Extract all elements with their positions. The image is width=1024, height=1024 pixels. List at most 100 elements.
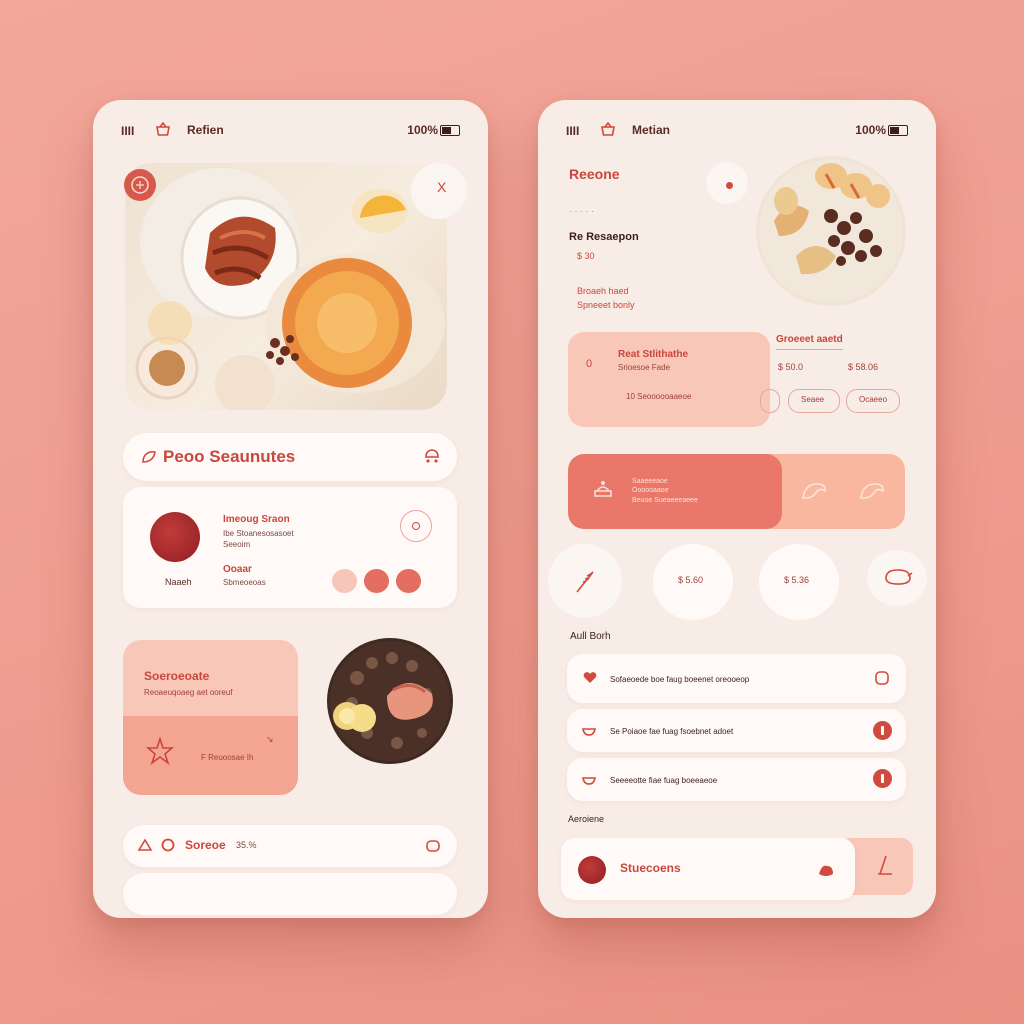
section-header-bar[interactable]: Peoo Seaunutes [123,433,457,481]
fox-icon [817,862,835,878]
battery-level: 100% [407,123,438,137]
circle-2-value: $ 5.60 [678,575,704,585]
bottom-item-card[interactable]: Stuecoens [561,838,855,900]
bottom-item-thumbnail [578,856,606,884]
side-chip-1-label: Seaee [801,395,825,404]
side-value-2: $ 58.06 [848,362,879,372]
side-chip-2[interactable]: Ocaeeo [846,389,900,413]
category-circle-3[interactable]: $ 5.36 [759,544,839,620]
header-note-1: Broaeh haed [577,286,629,296]
list-row-action-icon[interactable] [874,670,890,686]
promo-arrow: ↘ [266,734,274,744]
heart-icon [583,672,597,684]
side-chip-2-label: Ocaeeo [859,395,888,404]
promo-subtitle: Reoaeuqoaeg aet ooreuf [144,688,233,697]
item-thumbnail [150,512,200,562]
next-row-bar[interactable] [123,873,457,915]
flower-icon [145,736,175,766]
favorite-badge[interactable] [124,169,156,201]
battery-icon [888,125,908,136]
list-row-action-button[interactable] [873,769,892,788]
app-title: Refien [187,123,224,137]
promo-lower-panel: F Reuoosae Ih ↘ [123,716,298,795]
right-phone-screen: IIII Metian 100% Reeone · · · · · Re Res… [538,100,936,918]
header-subtitle: Re Resaepon [569,231,639,243]
list-row-label: Seeeeotte fiae fuag boeeaeoe [610,776,718,785]
utensil-icon [874,854,894,878]
bottom-value: 35.% [236,840,257,850]
page-title: Reeone [569,166,620,182]
rating-dots: · · · · · [569,206,594,216]
hero-food-image [125,163,447,410]
item-card[interactable]: Naaeh Imeoug Sraon Ibe Stoanesosasoet Se… [123,487,457,608]
bottom-header: Aeroiene [568,814,605,824]
list-header: Aull Borh [570,631,611,642]
promo-title: Soeroeoate [144,669,210,683]
item-line-2: Seeoim [223,540,251,549]
list-row-label: Sofaeoede boe faug boeenet oreooeop [610,675,750,684]
quantity-option-1[interactable] [332,569,357,593]
side-title: Groeeet aaetd [776,334,843,350]
banner-shape-icon-1 [800,480,828,502]
circle-icon [161,838,175,852]
item-title: Imeoug Sraon [223,514,290,525]
section-title: Peoo Seaunutes [163,447,296,466]
triangle-icon [137,838,153,852]
item-subtitle: Ooaar [223,564,252,575]
promo-card[interactable]: Soeroeoate Reoaeuqoaeg aet ooreuf F Reuo… [123,640,298,795]
basket-icon [155,122,171,136]
signal-icon: IIII [566,124,580,138]
bottom-title: Soreoe [185,838,226,852]
header-bubble[interactable] [706,162,748,204]
item-sub-line: Sbmeoeoas [223,578,266,587]
cart-icon[interactable] [423,447,441,465]
hero-close-button[interactable]: X [411,163,467,219]
list-row-action-button[interactable] [873,721,892,740]
signal-icon: IIII [121,124,135,138]
banner-primary-panel: Saaeeeaoe Oooooaaoe Beuoe Sueaeeeaeee [568,454,782,529]
leaf-icon [141,450,157,464]
teapot-icon [882,566,914,590]
banner-line-1: Saaeeeaoe [632,478,668,485]
promo-footer: F Reuoosae Ih [201,753,254,762]
quantity-option-2[interactable] [364,569,389,593]
item-label: Naaeh [165,577,192,587]
offer-title: Reat Stlithathe [618,349,689,360]
category-circle-1[interactable] [548,544,622,618]
list-row[interactable]: Se Poiaoe fae fuag fsoebnet adoet [567,709,906,752]
header-food-image [756,156,906,306]
close-icon: X [437,179,447,195]
header-price: $ 30 [577,251,595,261]
quantity-option-3[interactable] [396,569,421,593]
list-row[interactable]: Seeeeotte fiae fuag boeeaeoe [567,758,906,801]
battery-level: 100% [855,123,886,137]
side-chip-small[interactable] [760,389,780,413]
basket-icon [600,122,616,136]
bowl-icon [582,773,596,785]
banner-cake-icon [592,479,614,499]
side-chip-1[interactable]: Seaee [788,389,840,413]
status-bar: IIII Refien 100% [121,122,460,138]
bottom-summary-bar[interactable]: Soreoe 35.% [123,825,457,867]
offer-line: Srioesoe Fade [618,363,671,372]
circle-3-value: $ 5.36 [784,575,810,585]
forward-icon[interactable] [425,838,441,854]
category-circle-4[interactable] [867,550,927,606]
item-action-button[interactable] [400,510,432,542]
offer-footer: 10 Seoooooaaeoe [626,392,692,401]
item-line-1: Ibe Stoanesosasoet [223,529,294,538]
status-bar: IIII Metian 100% [566,122,908,138]
banner-line-3: Beuoe Sueaeeeaeee [632,497,698,504]
list-row-label: Se Poiaoe fae fuag fsoebnet adoet [610,727,734,736]
battery-icon [440,125,460,136]
category-circle-2[interactable]: $ 5.60 [653,544,733,620]
promo-food-image [327,638,453,764]
app-title: Metian [632,123,671,137]
list-row[interactable]: Sofaeoede boe faug boeenet oreooeop [567,654,906,703]
feature-banner[interactable]: Saaeeeaoe Oooooaaoe Beuoe Sueaeeeaeee [568,454,905,529]
offer-card[interactable]: 0 Reat Stlithathe Srioesoe Fade 10 Seooo… [568,332,770,427]
side-value-1: $ 50.0 [778,362,804,372]
banner-shape-icon-2 [858,480,886,502]
wheat-icon [573,568,597,594]
bowl-icon [582,724,596,736]
